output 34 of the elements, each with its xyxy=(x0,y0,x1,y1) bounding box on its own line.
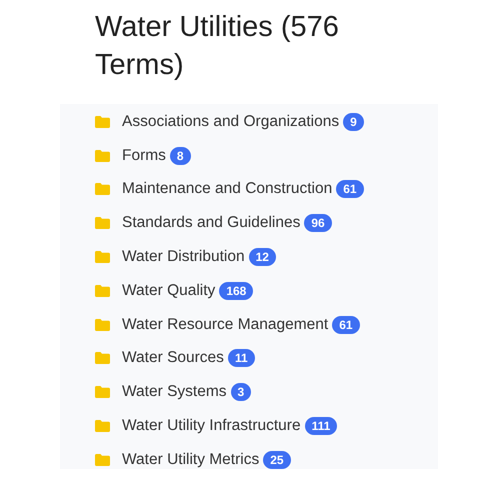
count-badge: 12 xyxy=(248,248,276,266)
count-badge: 61 xyxy=(336,180,364,198)
count-badge: 61 xyxy=(332,316,360,334)
category-link[interactable]: Water Utility Metrics xyxy=(122,450,260,469)
folder-icon xyxy=(95,116,110,128)
folder-icon xyxy=(95,386,110,398)
count-badge: 8 xyxy=(170,146,191,165)
folder-icon xyxy=(95,284,110,297)
category-link[interactable]: Associations and Organizations xyxy=(122,112,340,131)
count-badge: 111 xyxy=(304,417,338,436)
count-badge: 9 xyxy=(343,112,364,131)
folder-icon xyxy=(95,420,110,432)
folder-icon xyxy=(95,183,110,196)
folder-icon xyxy=(95,150,110,162)
category-link[interactable]: Maintenance and Construction xyxy=(122,180,332,198)
folder-icon xyxy=(95,454,110,466)
category-link[interactable]: Water Resource Management xyxy=(122,316,328,334)
count-badge: 25 xyxy=(263,450,291,469)
category-link[interactable]: Water Sources xyxy=(122,349,224,368)
category-link[interactable]: Forms xyxy=(122,146,166,165)
count-badge: 168 xyxy=(219,282,254,300)
folder-icon xyxy=(95,352,110,364)
count-badge: 11 xyxy=(228,349,255,368)
category-link[interactable]: Water Utility Infrastructure xyxy=(122,417,301,436)
category-link[interactable]: Water Systems xyxy=(122,383,226,402)
count-badge: 3 xyxy=(230,383,252,402)
category-link[interactable]: Water Quality xyxy=(122,282,216,300)
category-link[interactable]: Water Distribution xyxy=(122,248,245,266)
page-title: Water Utilities (576 Terms) xyxy=(94,10,340,83)
count-badge: 96 xyxy=(304,214,332,232)
folder-icon xyxy=(95,217,110,230)
category-link[interactable]: Standards and Guidelines xyxy=(122,214,300,232)
folder-icon xyxy=(95,318,110,331)
folder-icon xyxy=(95,251,110,264)
